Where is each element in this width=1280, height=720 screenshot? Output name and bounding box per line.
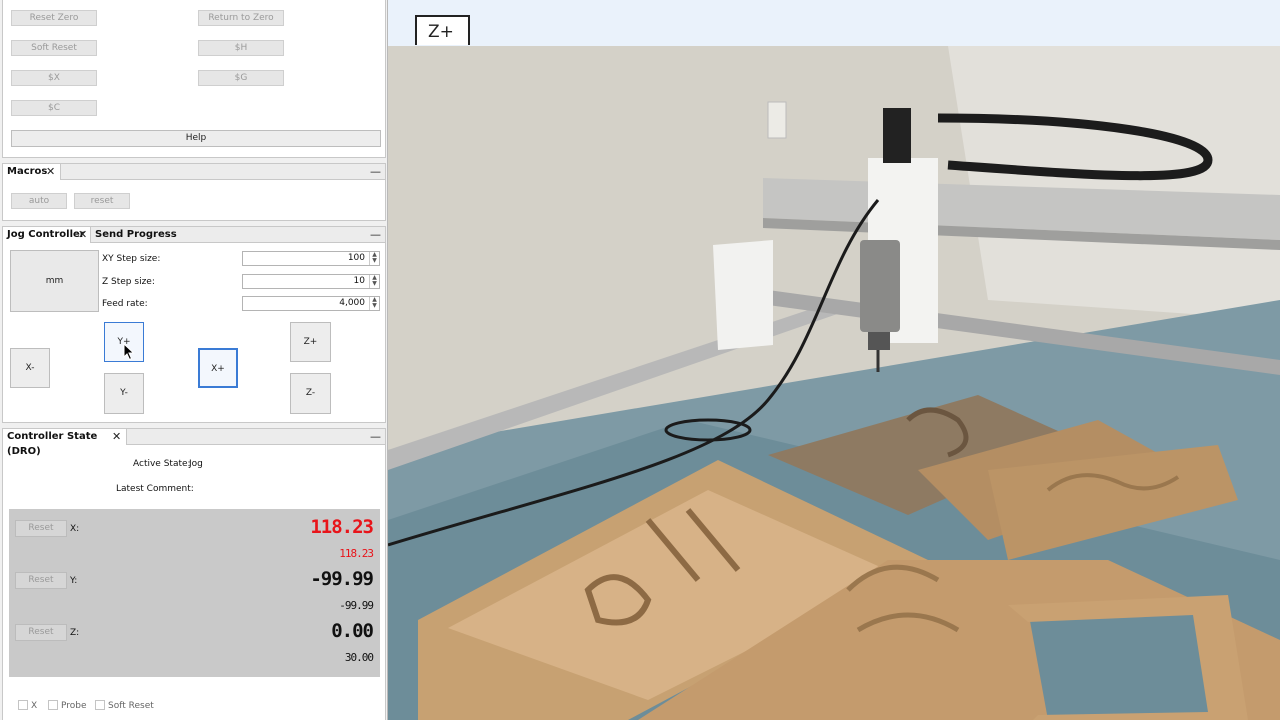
jog-controller-panel: Jog Controller ✕ Send Progress — mm XY S…	[2, 226, 386, 423]
reset-y-button[interactable]: Reset	[15, 572, 67, 589]
z-step-value: 10	[353, 276, 365, 286]
soft-reset-checkbox[interactable]: Soft Reset	[95, 700, 154, 711]
z-step-spinner[interactable]: 10 ▲ ▼	[242, 274, 380, 289]
jog-tabbar: Jog Controller ✕ Send Progress —	[3, 227, 385, 243]
probe-checkbox[interactable]: Probe	[48, 700, 87, 711]
minimize-icon[interactable]: —	[370, 228, 381, 242]
z-step-label: Z Step size:	[102, 277, 155, 287]
spinner-arrows-icon[interactable]: ▲ ▼	[369, 252, 379, 265]
z-machine-position: 30.00	[344, 651, 374, 664]
z-axis-label: Z:	[70, 628, 80, 638]
tab-controller-state[interactable]: Controller State (DRO)	[3, 429, 127, 457]
xy-step-spinner[interactable]: 100 ▲ ▼	[242, 251, 380, 266]
checkbox-label: X	[31, 701, 38, 711]
macro-reset-button[interactable]: reset	[74, 193, 130, 209]
mouse-pointer-icon	[123, 343, 135, 361]
checkbox-box[interactable]	[18, 700, 28, 710]
reset-zero-button[interactable]: Reset Zero	[11, 10, 97, 26]
jog-x-plus-button[interactable]: X+	[198, 348, 238, 388]
x-axis-label: X:	[70, 524, 80, 534]
minimize-icon[interactable]: —	[370, 430, 381, 444]
xy-step-label: XY Step size:	[102, 254, 161, 264]
feed-rate-value: 4,000	[339, 298, 365, 308]
close-icon[interactable]: ✕	[46, 164, 55, 179]
units-toggle-button[interactable]: mm	[10, 250, 99, 312]
feed-rate-label: Feed rate:	[102, 299, 148, 309]
control-sidebar: Reset Zero Return to Zero Soft Reset $H …	[0, 0, 388, 720]
cnc-camera-image	[388, 0, 1280, 720]
gcode-state-button[interactable]: $G	[198, 70, 284, 86]
dro-tabbar: Controller State (DRO) ✕ —	[3, 429, 385, 457]
overlay-text: Z+	[428, 22, 454, 42]
check-mode-button[interactable]: $C	[11, 100, 97, 116]
jog-z-plus-button[interactable]: Z+	[290, 322, 331, 362]
reset-x-button[interactable]: Reset	[15, 520, 67, 537]
reset-z-button[interactable]: Reset	[15, 624, 67, 641]
z-work-position: 0.00	[331, 620, 374, 642]
latest-comment-label: Latest Comment:	[116, 484, 194, 494]
tab-label: Macros	[7, 166, 48, 177]
feed-rate-spinner[interactable]: 4,000 ▲ ▼	[242, 296, 380, 311]
checkbox-box[interactable]	[48, 700, 58, 710]
macro-auto-button[interactable]: auto	[11, 193, 67, 209]
tab-label: Send Progress	[95, 229, 177, 240]
xy-step-value: 100	[347, 253, 365, 263]
tab-send-progress[interactable]: Send Progress	[91, 227, 181, 243]
x-work-position: 118.23	[310, 516, 374, 538]
active-state-value: Jog	[189, 459, 203, 469]
x-limit-checkbox[interactable]: X	[18, 700, 37, 711]
tab-label: Controller State (DRO)	[7, 431, 98, 457]
checkbox-box[interactable]	[95, 700, 105, 710]
jog-z-minus-button[interactable]: Z-	[290, 373, 331, 414]
home-command-button[interactable]: $H	[198, 40, 284, 56]
active-state-label: Active State:	[133, 459, 191, 469]
tab-label: Jog Controller	[7, 229, 85, 240]
y-work-position: -99.99	[310, 568, 374, 590]
jog-y-minus-button[interactable]: Y-	[104, 373, 144, 414]
minimize-icon[interactable]: —	[370, 165, 381, 179]
checkbox-label: Soft Reset	[108, 701, 154, 711]
close-icon[interactable]: ✕	[112, 429, 121, 444]
macros-panel: Macros ✕ — auto reset	[2, 163, 386, 221]
x-machine-position: 118.23	[339, 547, 374, 560]
help-button[interactable]: Help	[11, 130, 381, 147]
video-overlay-label: Z+	[415, 15, 470, 45]
jog-x-minus-button[interactable]: X-	[10, 348, 50, 388]
macros-tabbar: Macros ✕ —	[3, 164, 385, 180]
y-axis-label: Y:	[70, 576, 78, 586]
soft-reset-button[interactable]: Soft Reset	[11, 40, 97, 56]
unlock-command-button[interactable]: $X	[11, 70, 97, 86]
checkbox-label: Probe	[61, 701, 87, 711]
commands-panel: Reset Zero Return to Zero Soft Reset $H …	[2, 0, 386, 158]
camera-feed: Z+	[388, 0, 1280, 720]
return-to-zero-button[interactable]: Return to Zero	[198, 10, 284, 26]
close-icon[interactable]: ✕	[78, 227, 87, 242]
spinner-arrows-icon[interactable]: ▲ ▼	[369, 297, 379, 310]
spinner-arrows-icon[interactable]: ▲ ▼	[369, 275, 379, 288]
y-machine-position: -99.99	[339, 599, 374, 612]
dro-readout: Reset X: 118.23 118.23 Reset Y: -99.99 -…	[9, 509, 380, 677]
